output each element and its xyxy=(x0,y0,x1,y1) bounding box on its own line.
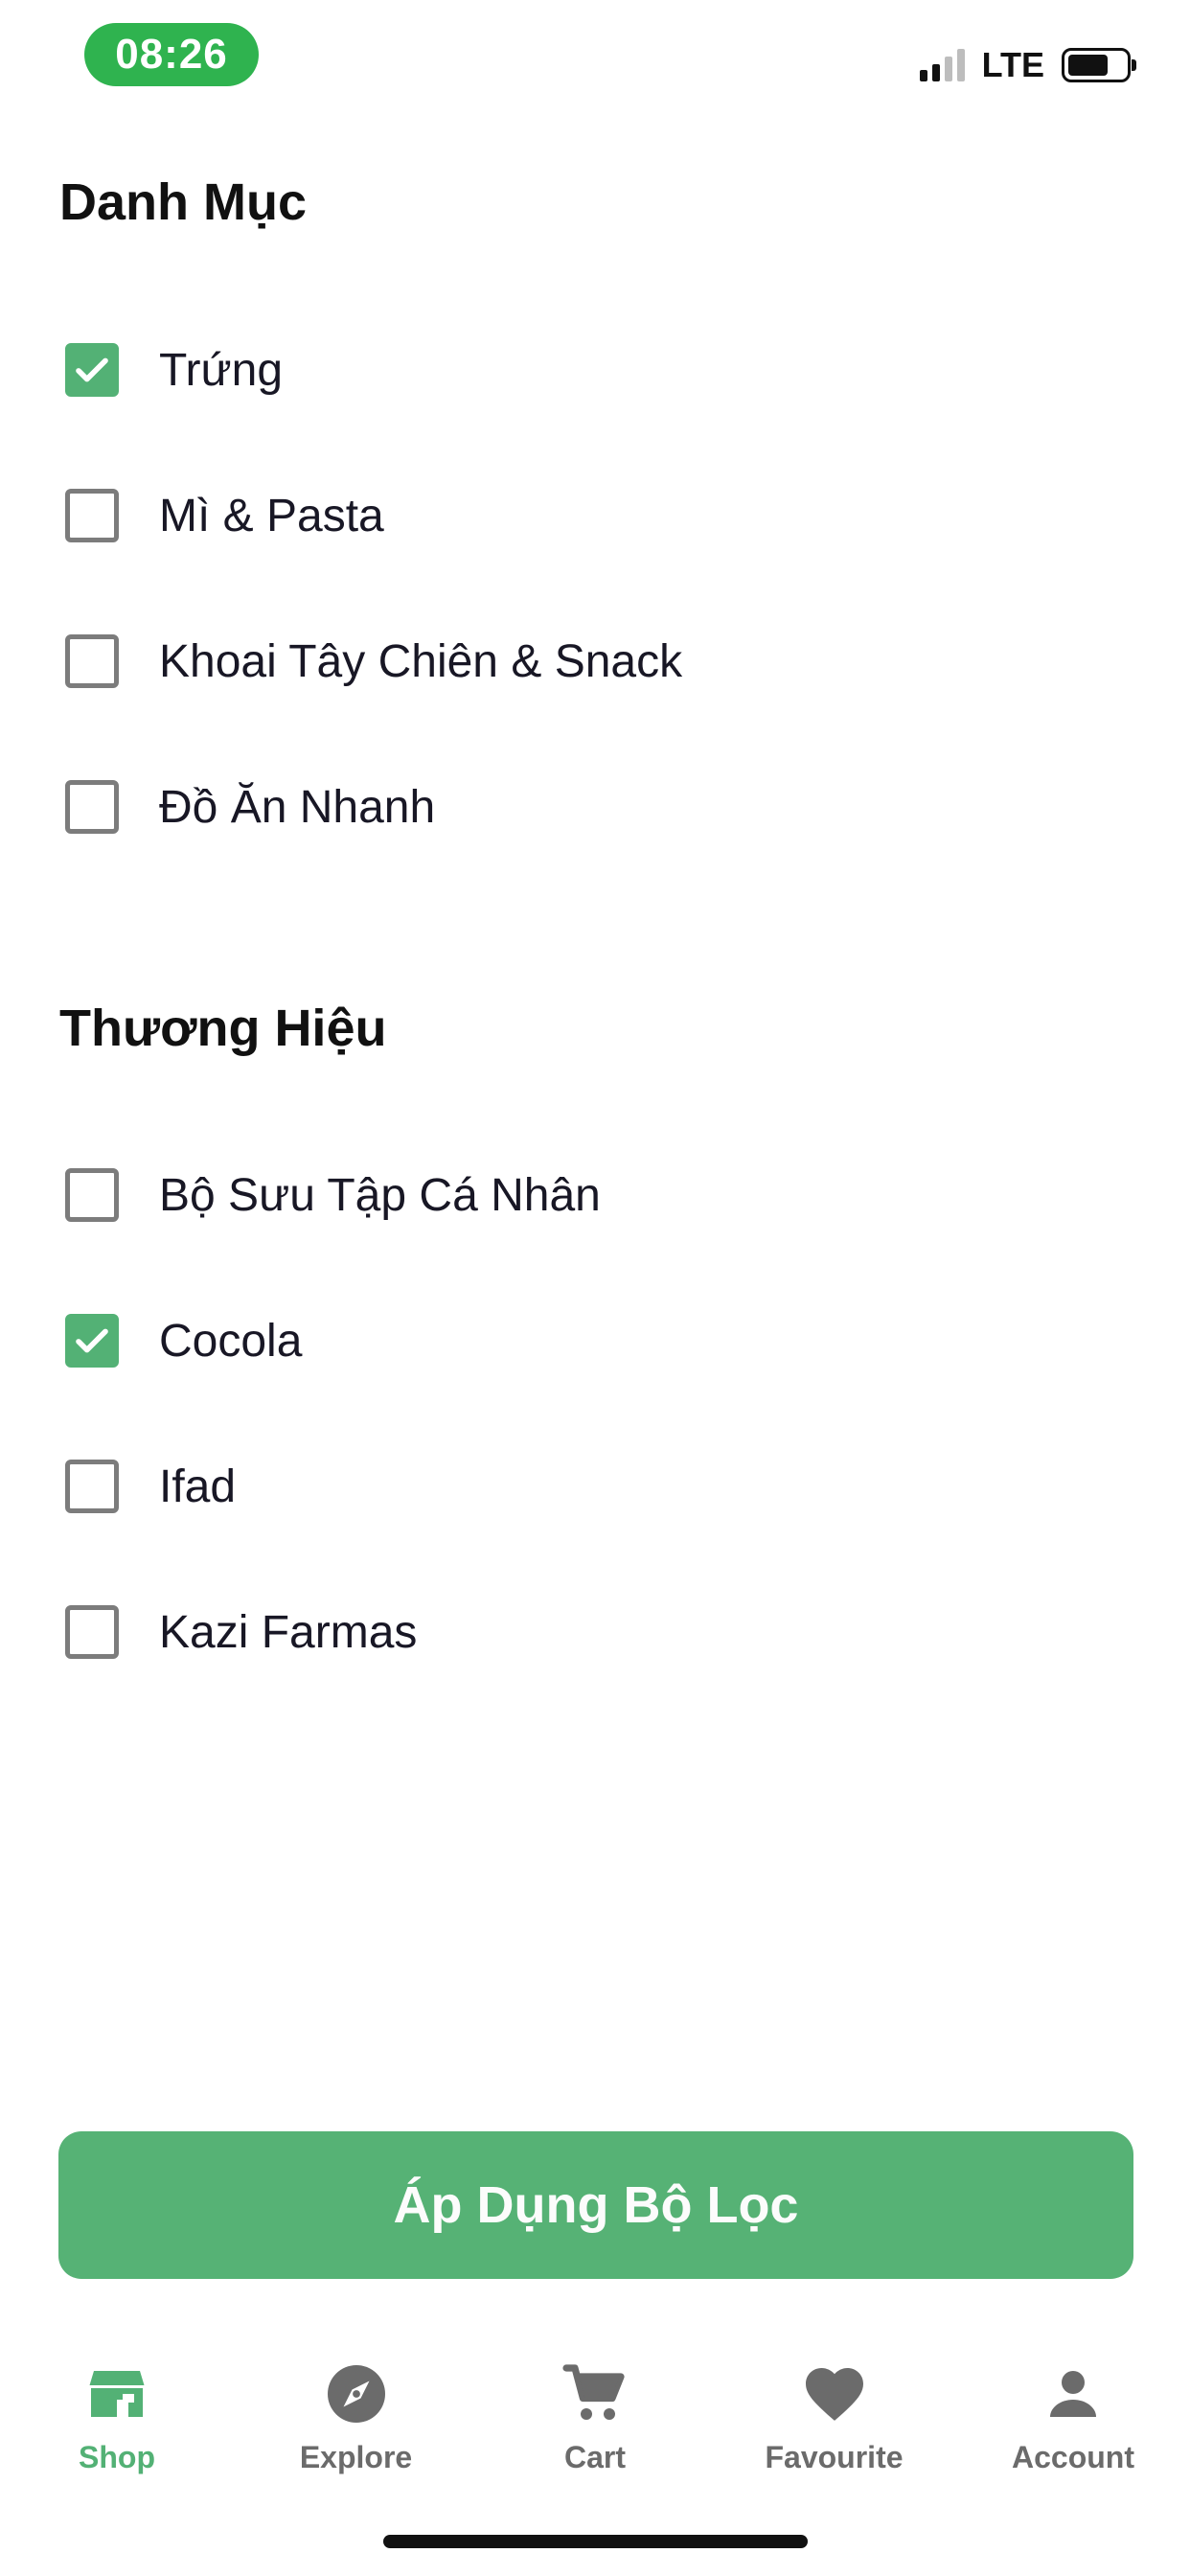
battery-icon xyxy=(1062,48,1136,82)
brand-option-personal-collection[interactable]: Bộ Sưu Tập Cá Nhân xyxy=(59,1147,1131,1243)
category-section: Danh Mục xyxy=(59,172,1131,232)
bottom-tab-bar: Shop Explore Cart Favourite Account xyxy=(0,2338,1190,2492)
status-indicators: LTE xyxy=(919,45,1136,84)
tab-label: Favourite xyxy=(765,2440,904,2474)
checkbox-checked[interactable] xyxy=(65,343,119,397)
tab-label: Cart xyxy=(563,2440,626,2474)
checkbox[interactable] xyxy=(65,634,119,688)
compass-icon xyxy=(327,2365,385,2423)
option-label: Mì & Pasta xyxy=(159,490,384,541)
checkbox[interactable] xyxy=(65,1460,119,1513)
tab-account[interactable]: Account xyxy=(996,2338,1150,2492)
category-title: Danh Mục xyxy=(59,173,308,231)
filter-screen: 08:26 LTE Danh Mục Trứng Mì & Pasta Khoa… xyxy=(0,0,1190,2576)
brand-title: Thương Hiệu xyxy=(59,1000,387,1057)
brand-option-ifad[interactable]: Ifad xyxy=(59,1438,1131,1534)
home-indicator xyxy=(383,2535,808,2548)
option-label: Đồ Ăn Nhanh xyxy=(159,781,436,833)
checkbox[interactable] xyxy=(65,489,119,542)
checkbox[interactable] xyxy=(65,1605,119,1659)
category-option-noodles-pasta[interactable]: Mì & Pasta xyxy=(59,468,1131,564)
store-icon xyxy=(89,2371,145,2417)
option-label: Cocola xyxy=(159,1315,303,1367)
brand-option-cocola[interactable]: Cocola xyxy=(59,1293,1131,1389)
tab-favourite[interactable]: Favourite xyxy=(758,2338,911,2492)
signal-icon xyxy=(919,49,965,81)
option-label: Trứng xyxy=(159,344,284,396)
checkbox-checked[interactable] xyxy=(65,1314,119,1368)
option-label: Khoai Tây Chiên & Snack xyxy=(159,635,683,687)
person-icon xyxy=(1050,2371,1096,2417)
tab-label: Account xyxy=(1012,2440,1134,2474)
tab-explore[interactable]: Explore xyxy=(280,2338,433,2492)
option-label: Bộ Sưu Tập Cá Nhân xyxy=(159,1169,601,1221)
checkbox[interactable] xyxy=(65,780,119,834)
tab-shop[interactable]: Shop xyxy=(40,2338,194,2492)
tab-cart[interactable]: Cart xyxy=(518,2338,672,2492)
brand-option-kazi-farmas[interactable]: Kazi Farmas xyxy=(59,1584,1131,1680)
category-option-eggs[interactable]: Trứng xyxy=(59,322,1131,418)
status-time: 08:26 xyxy=(84,23,259,86)
brand-section: Thương Hiệu xyxy=(59,999,1131,1058)
checkbox[interactable] xyxy=(65,1168,119,1222)
category-option-fast-food[interactable]: Đồ Ăn Nhanh xyxy=(59,759,1131,855)
cart-icon xyxy=(562,2364,625,2420)
option-label: Ifad xyxy=(159,1460,237,1512)
apply-filter-button[interactable]: Áp Dụng Bộ Lọc xyxy=(58,2131,1133,2279)
check-icon xyxy=(76,357,108,382)
category-option-chips-snacks[interactable]: Khoai Tây Chiên & Snack xyxy=(59,613,1131,709)
check-icon xyxy=(76,1328,108,1353)
option-label: Kazi Farmas xyxy=(159,1606,418,1658)
heart-icon xyxy=(805,2368,863,2421)
tab-label: Explore xyxy=(299,2440,413,2474)
tab-label: Shop xyxy=(79,2440,155,2474)
network-type: LTE xyxy=(981,45,1044,84)
